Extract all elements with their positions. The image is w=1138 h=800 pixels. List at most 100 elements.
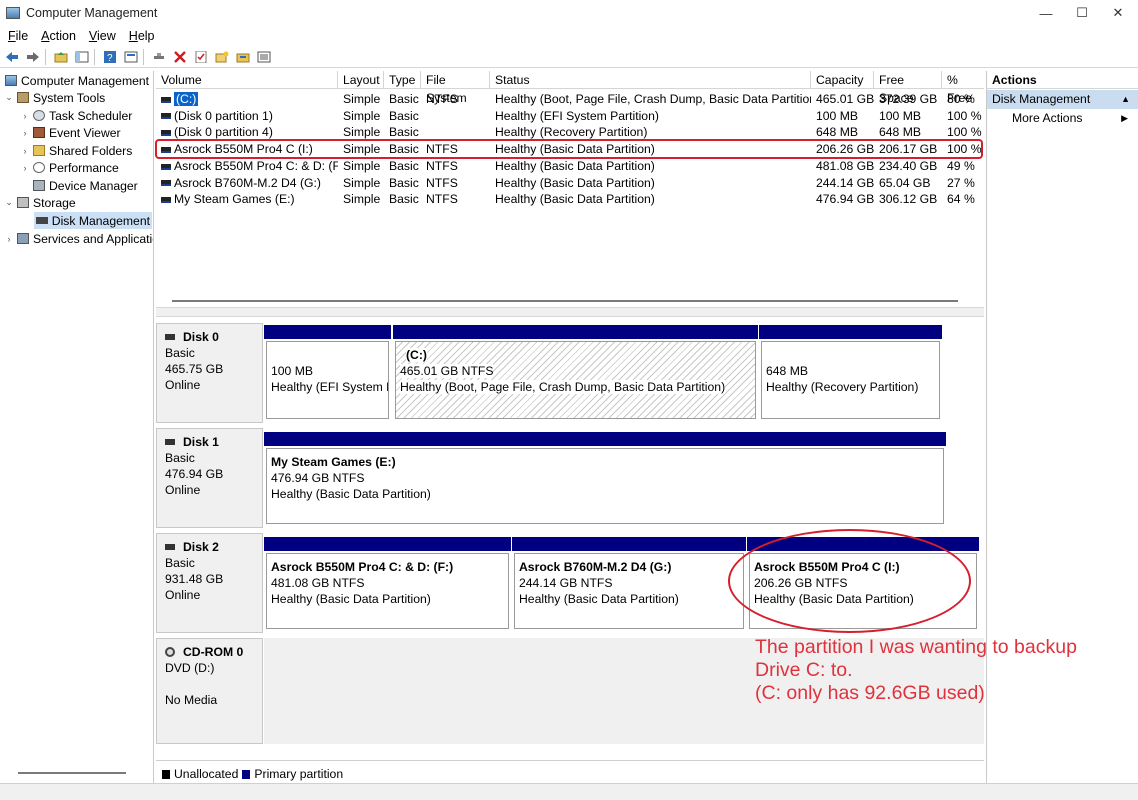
table-cell: 27 %: [947, 175, 975, 190]
menu-action[interactable]: Action: [33, 29, 81, 43]
disk-state: Online: [165, 588, 201, 602]
chevron-right-icon[interactable]: ›: [4, 234, 14, 244]
partition-e-drive[interactable]: My Steam Games (E:) 476.94 GB NTFS Healt…: [264, 432, 946, 526]
partition-size: 244.14 GB NTFS: [519, 576, 613, 590]
partition-efi[interactable]: 100 MB Healthy (EFI System Partition): [264, 325, 391, 421]
actions-header: Actions: [987, 71, 1138, 89]
open-folder-icon[interactable]: [234, 48, 252, 66]
tree-item-storage[interactable]: ⌄ Storage: [4, 194, 75, 211]
services-icon: [17, 233, 29, 244]
up-folder-icon[interactable]: [52, 48, 70, 66]
tree-item-computer-management[interactable]: Computer Management: [2, 72, 149, 89]
table-cell: Asrock B550M Pro4 C: & D: (F:): [156, 158, 338, 175]
primary-partition-bar: [393, 325, 758, 339]
table-cell: Basic: [389, 158, 419, 173]
collapse-up-icon[interactable]: ▲: [1121, 90, 1130, 109]
cdrom-label[interactable]: CD-ROM 0 DVD (D:) No Media: [156, 638, 263, 744]
column-header-volume[interactable]: Volume: [156, 71, 338, 89]
table-cell: (C:): [156, 91, 338, 108]
maximize-button[interactable]: ☐: [1062, 0, 1102, 26]
partition-status: Healthy (Recovery Partition): [766, 380, 919, 394]
partition-g-drive[interactable]: Asrock B760M-M.2 D4 (G:) 244.14 GB NTFS …: [512, 537, 746, 631]
menu-file[interactable]: File: [0, 29, 33, 43]
cdrom-type: DVD (D:): [165, 661, 215, 675]
properties-icon[interactable]: [122, 48, 140, 66]
tree-item-shared-folders[interactable]: › Shared Folders: [20, 142, 133, 159]
volume-icon: [161, 96, 171, 103]
event-viewer-icon: [33, 127, 45, 138]
tree-item-device-manager[interactable]: Device Manager: [20, 177, 138, 194]
connect-icon[interactable]: [150, 48, 168, 66]
column-header-layout[interactable]: Layout: [338, 71, 384, 89]
partition-status: Healthy (EFI System Partition): [271, 380, 388, 394]
table-row[interactable]: (C:) Simple Basic NTFS Healthy (Boot, Page F…: [156, 91, 984, 108]
partition-recovery[interactable]: 648 MB Healthy (Recovery Partition): [759, 325, 942, 421]
chevron-right-icon[interactable]: ›: [20, 146, 30, 156]
table-cell: Simple: [343, 158, 381, 173]
table-cell: Basic: [389, 108, 419, 123]
disk-label[interactable]: Disk 1 Basic 476.94 GB Online: [156, 428, 263, 528]
chevron-down-icon[interactable]: ⌄: [4, 197, 14, 208]
minimize-button[interactable]: —: [1026, 0, 1066, 26]
chevron-right-icon[interactable]: ›: [20, 163, 30, 173]
volume-icon: [161, 130, 171, 137]
back-icon[interactable]: [3, 48, 21, 66]
column-header-type[interactable]: Type: [384, 71, 421, 89]
disk-label[interactable]: Disk 0 Basic 465.75 GB Online: [156, 323, 263, 423]
column-header-percent-free[interactable]: % Free: [942, 71, 984, 105]
tree-item-system-tools[interactable]: ⌄ System Tools: [4, 89, 105, 106]
chevron-right-icon[interactable]: ›: [20, 128, 30, 138]
column-header-status[interactable]: Status: [490, 71, 811, 89]
partition-name: My Steam Games (E:): [271, 455, 396, 469]
tree-item-task-scheduler[interactable]: › Task Scheduler: [20, 107, 133, 124]
show-hide-tree-icon[interactable]: [73, 48, 91, 66]
actions-section-disk-management[interactable]: Disk Management ▲: [987, 90, 1138, 109]
partition-f-drive[interactable]: Asrock B550M Pro4 C: & D: (F:) 481.08 GB…: [264, 537, 511, 631]
disk-row: Disk 1 Basic 476.94 GB Online My Steam G…: [156, 428, 984, 528]
table-cell: NTFS: [426, 175, 458, 190]
table-cell: Basic: [389, 175, 419, 190]
table-cell: My Steam Games (E:): [156, 191, 338, 208]
column-header-capacity[interactable]: Capacity: [811, 71, 874, 89]
tree-horizontal-scrollbar[interactable]: [18, 772, 126, 774]
chevron-down-icon[interactable]: ⌄: [4, 92, 14, 103]
column-header-free-space[interactable]: Free Space: [874, 71, 942, 105]
tree-item-event-viewer[interactable]: › Event Viewer: [20, 124, 121, 141]
disk-size: 476.94 GB: [165, 467, 224, 481]
list-icon[interactable]: [255, 48, 273, 66]
pane-splitter[interactable]: [156, 307, 984, 317]
forward-icon[interactable]: [24, 48, 42, 66]
menu-view[interactable]: View: [81, 29, 121, 43]
disk-label[interactable]: Disk 2 Basic 931.48 GB Online: [156, 533, 263, 633]
check-icon[interactable]: [192, 48, 210, 66]
more-actions-item[interactable]: More Actions ▶: [987, 109, 1138, 128]
tree-item-disk-management[interactable]: Disk Management: [34, 212, 152, 229]
help-icon[interactable]: ?: [101, 48, 119, 66]
computer-management-icon: [6, 7, 20, 19]
chevron-right-icon[interactable]: ›: [20, 111, 30, 121]
submenu-arrow-icon: ▶: [1121, 113, 1128, 123]
svg-text:?: ?: [107, 53, 113, 63]
partition-c-drive[interactable]: (C:) 465.01 GB NTFS Healthy (Boot, Page …: [393, 325, 758, 421]
tree-item-services-and-applications[interactable]: › Services and Applications: [4, 230, 154, 247]
volume-list-horizontal-scrollbar[interactable]: [172, 300, 958, 302]
table-cell: NTFS: [426, 92, 458, 106]
table-cell: 306.12 GB: [879, 192, 938, 207]
cdrom-icon: [165, 647, 175, 657]
table-row[interactable]: My Steam Games (E:) Simple Basic NTFS Health…: [156, 191, 984, 208]
delete-icon[interactable]: [171, 48, 189, 66]
table-cell: Healthy (Basic Data Partition): [495, 175, 655, 190]
volume-icon: [161, 180, 171, 187]
table-row[interactable]: Asrock B760M-M.2 D4 (G:) Simple Basic NTFS H…: [156, 175, 984, 192]
primary-partition-bar: [264, 537, 511, 551]
tools-icon: [17, 92, 29, 103]
close-button[interactable]: ✕: [1098, 0, 1138, 26]
new-folder-icon[interactable]: [213, 48, 231, 66]
table-row[interactable]: (Disk 0 partition 1) Simple Basic Healthy (…: [156, 108, 984, 125]
title-bar: Computer Management — ☐ ✕: [0, 0, 1138, 26]
menu-help[interactable]: Help: [121, 29, 160, 43]
table-row[interactable]: Asrock B550M Pro4 C: & D: (F:) Simple Basi…: [156, 158, 984, 175]
column-header-file-system[interactable]: File System: [421, 71, 490, 105]
tree-item-performance[interactable]: › Performance: [20, 159, 119, 176]
disk-size: 931.48 GB: [165, 572, 224, 586]
